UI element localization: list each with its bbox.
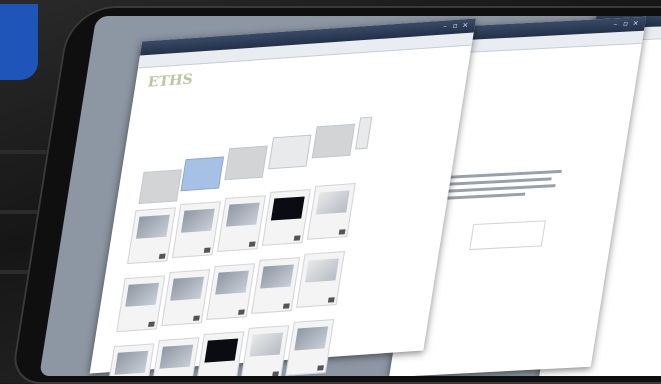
thumbnail-image[interactable] <box>315 190 350 215</box>
media-tile[interactable] <box>251 257 301 314</box>
folder-label <box>182 185 218 188</box>
folder-label <box>357 145 367 146</box>
tile-caption <box>212 296 246 298</box>
download-icon[interactable] <box>338 229 346 235</box>
media-tile[interactable] <box>195 331 245 376</box>
media-tile[interactable] <box>105 343 155 376</box>
download-icon[interactable] <box>203 247 211 253</box>
tile-caption <box>123 309 157 311</box>
site-logo[interactable]: ETHS <box>146 72 193 91</box>
body-text <box>447 169 562 204</box>
thumbnail-image[interactable] <box>215 270 249 295</box>
media-tile[interactable] <box>171 201 221 259</box>
tile-caption <box>178 234 212 236</box>
tile-caption <box>247 358 281 360</box>
folder-item[interactable] <box>138 169 182 204</box>
tablet-screen: – × – ▫ × <box>39 16 661 376</box>
close-icon[interactable]: × <box>631 19 639 27</box>
media-tile[interactable] <box>240 325 290 376</box>
tile-caption <box>302 284 336 286</box>
thumbnail-image[interactable] <box>159 344 194 369</box>
side-list <box>642 292 643 298</box>
browser-window-front[interactable]: – ▫ × ETHS <box>89 18 476 376</box>
side-list <box>493 283 494 289</box>
media-tile[interactable] <box>261 189 311 246</box>
download-icon[interactable] <box>248 241 256 247</box>
blue-tab <box>0 4 38 80</box>
download-icon[interactable] <box>293 235 301 241</box>
download-icon[interactable] <box>192 315 200 321</box>
media-tile[interactable] <box>306 183 356 240</box>
folder-item[interactable] <box>224 145 268 181</box>
maximize-icon[interactable]: ▫ <box>451 22 459 30</box>
thumbnail-image[interactable] <box>260 264 294 289</box>
thumbnail-image[interactable] <box>249 332 284 357</box>
tile-caption <box>268 222 302 224</box>
download-icon[interactable] <box>148 321 155 327</box>
tile-caption <box>257 290 291 292</box>
thumbnail-image[interactable] <box>114 350 149 375</box>
folder-item[interactable] <box>311 123 356 159</box>
thumbnail-image[interactable] <box>125 282 160 307</box>
folder-label <box>270 163 306 166</box>
folder-label <box>313 152 349 155</box>
tile-caption <box>168 302 202 304</box>
media-tile[interactable] <box>161 269 211 327</box>
folder-label <box>226 174 262 177</box>
media-tile[interactable] <box>206 263 256 320</box>
media-tile[interactable] <box>296 251 346 308</box>
minimize-icon[interactable]: – <box>611 20 619 28</box>
tile-caption <box>292 352 326 354</box>
folder-item[interactable] <box>355 116 373 150</box>
media-tile[interactable] <box>116 275 166 333</box>
thumbnail-image[interactable] <box>225 202 260 227</box>
close-icon[interactable]: × <box>461 21 469 29</box>
thumbnail-image[interactable] <box>204 338 239 363</box>
thumbnail-image[interactable] <box>305 258 339 283</box>
folder-item[interactable] <box>180 156 225 192</box>
media-tile[interactable] <box>285 319 335 376</box>
folder-label <box>140 197 176 200</box>
download-icon[interactable] <box>327 297 335 303</box>
action-button[interactable] <box>469 220 546 251</box>
thumbnail-image[interactable] <box>170 276 205 301</box>
media-tile[interactable] <box>126 207 176 265</box>
download-icon[interactable] <box>282 303 290 309</box>
maximize-icon[interactable]: ▫ <box>621 20 629 28</box>
tile-caption <box>202 364 236 366</box>
thumbnail-image[interactable] <box>180 208 215 233</box>
tile-caption <box>133 241 167 243</box>
media-tile[interactable] <box>216 195 266 252</box>
minimize-icon[interactable]: – <box>441 22 449 30</box>
thumbnail-image[interactable] <box>135 214 170 239</box>
tile-caption <box>313 216 347 218</box>
tile-caption <box>157 370 191 372</box>
thumbnail-image[interactable] <box>270 196 305 221</box>
download-icon[interactable] <box>158 253 166 259</box>
folder-item[interactable] <box>268 134 312 170</box>
tablet-device: – × – ▫ × <box>10 6 661 384</box>
download-icon[interactable] <box>237 309 245 315</box>
download-icon[interactable] <box>317 365 324 371</box>
media-tile[interactable] <box>150 337 200 376</box>
tile-caption <box>223 228 257 230</box>
download-icon[interactable] <box>272 371 280 376</box>
thumbnail-image[interactable] <box>294 326 329 351</box>
